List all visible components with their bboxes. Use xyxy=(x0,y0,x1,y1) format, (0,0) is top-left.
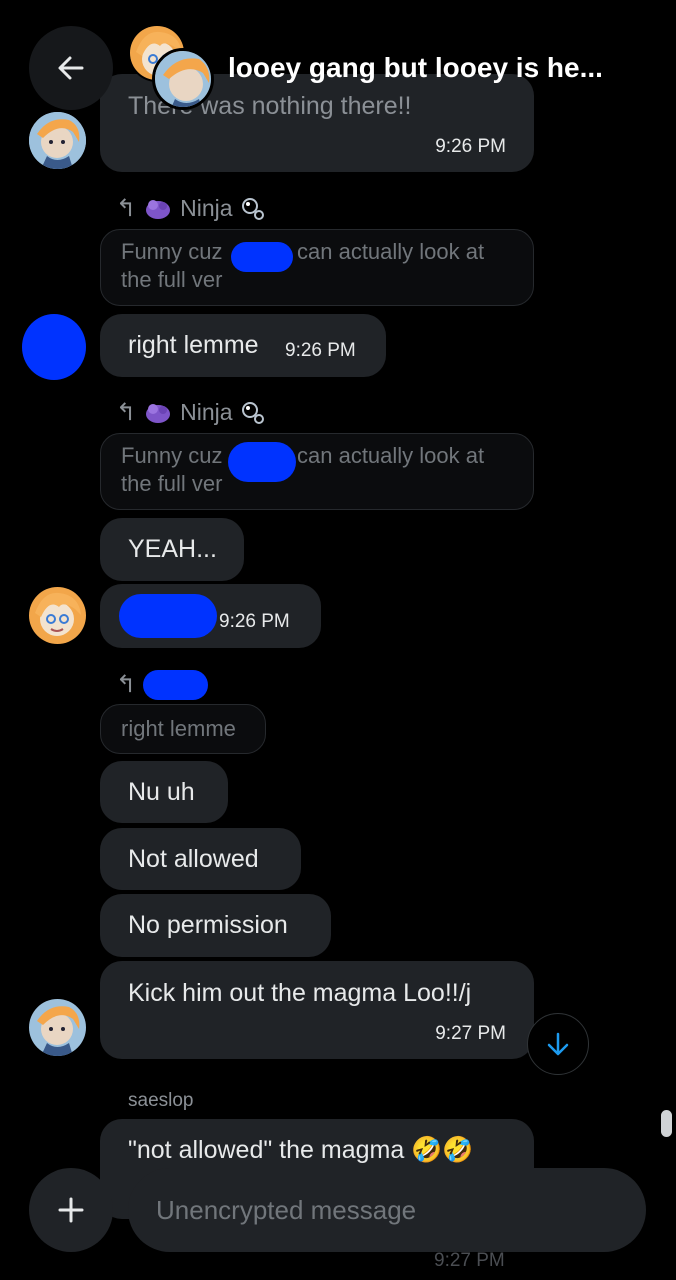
bubbles-emoji-icon xyxy=(241,197,264,220)
reply-indicator: ↰ xyxy=(116,670,136,699)
message-bubble[interactable]: right lemme 9:26 PM xyxy=(100,314,386,377)
add-attachment-button[interactable] xyxy=(29,1168,113,1252)
redaction-mark xyxy=(231,242,293,272)
message-bubble[interactable]: Not allowed xyxy=(100,828,301,890)
character-emoji-icon xyxy=(146,199,171,219)
message-text: "not allowed" the magma 🤣🤣 xyxy=(128,1136,474,1164)
reply-arrow-icon: ↰ xyxy=(116,399,137,426)
avatar[interactable] xyxy=(29,999,86,1056)
message-bubble[interactable]: YEAH... xyxy=(100,518,244,581)
message-text: YEAH... xyxy=(128,535,217,563)
reply-author: Ninja xyxy=(180,399,233,425)
reply-indicator: ↰ Ninja xyxy=(116,398,265,427)
quote-text-end: can actually look at xyxy=(297,443,485,468)
quoted-message[interactable]: Funny cuz can actually look at the full … xyxy=(100,229,534,306)
message-timestamp: 9:26 PM xyxy=(285,340,356,361)
redaction-mark xyxy=(119,594,217,638)
message-bubble[interactable]: Kick him out the magma Loo!!/j 9:27 PM xyxy=(100,961,534,1059)
message-timestamp: 9:26 PM xyxy=(219,611,290,632)
quote-text-start: Funny cuz xyxy=(121,443,223,468)
quote-text-line2: the full ver xyxy=(121,267,223,292)
back-button[interactable] xyxy=(29,26,113,110)
group-avatar[interactable] xyxy=(126,24,218,114)
message-text: Kick him out the magma Loo!!/j xyxy=(128,979,472,1007)
arrow-left-icon xyxy=(58,56,84,80)
avatar xyxy=(152,48,214,110)
scroll-to-bottom-button[interactable] xyxy=(527,1013,589,1075)
quote-text-start: Funny cuz xyxy=(121,239,223,264)
reply-author: Ninja xyxy=(180,195,233,221)
character-emoji-icon xyxy=(146,403,171,423)
quote-text-line2: the full ver xyxy=(121,471,223,496)
quoted-message[interactable]: right lemme xyxy=(100,704,266,754)
message-text: Not allowed xyxy=(128,845,259,873)
redaction-mark xyxy=(228,442,296,482)
message-input[interactable] xyxy=(128,1168,646,1252)
scrollbar-thumb[interactable] xyxy=(661,1110,672,1137)
sender-name: saeslop xyxy=(128,1090,194,1111)
reply-indicator: ↰ Ninja xyxy=(116,194,265,223)
message-bubble[interactable]: No permission xyxy=(100,894,331,957)
message-timestamp: 9:26 PM xyxy=(435,136,506,157)
message-bubble[interactable]: Nu uh xyxy=(100,761,228,823)
redacted-avatar xyxy=(22,314,86,380)
avatar[interactable] xyxy=(29,112,86,169)
quoted-message[interactable]: Funny cuz can actually look at the full … xyxy=(100,433,534,510)
message-text: right lemme xyxy=(128,331,259,359)
redaction-mark xyxy=(143,670,208,700)
message-timestamp: 9:27 PM xyxy=(435,1023,506,1044)
quote-text-end: can actually look at xyxy=(297,239,485,264)
conversation-title[interactable]: looey gang but looey is he... xyxy=(228,52,603,84)
message-list[interactable]: There was nothing there!! 9:26 PM ↰ Ninj… xyxy=(0,0,676,1280)
message-text: No permission xyxy=(128,911,288,939)
plus-icon xyxy=(58,1197,84,1223)
header: looey gang but looey is he... xyxy=(0,0,676,110)
quote-text: right lemme xyxy=(121,716,236,741)
reply-arrow-icon: ↰ xyxy=(116,195,137,222)
message-bubble[interactable]: 9:26 PM xyxy=(100,584,321,648)
reply-arrow-icon: ↰ xyxy=(116,671,137,698)
composer xyxy=(0,1166,676,1256)
bubbles-emoji-icon xyxy=(241,401,264,424)
arrow-down-icon xyxy=(547,1032,569,1056)
avatar[interactable] xyxy=(29,587,86,644)
message-text: Nu uh xyxy=(128,778,195,806)
